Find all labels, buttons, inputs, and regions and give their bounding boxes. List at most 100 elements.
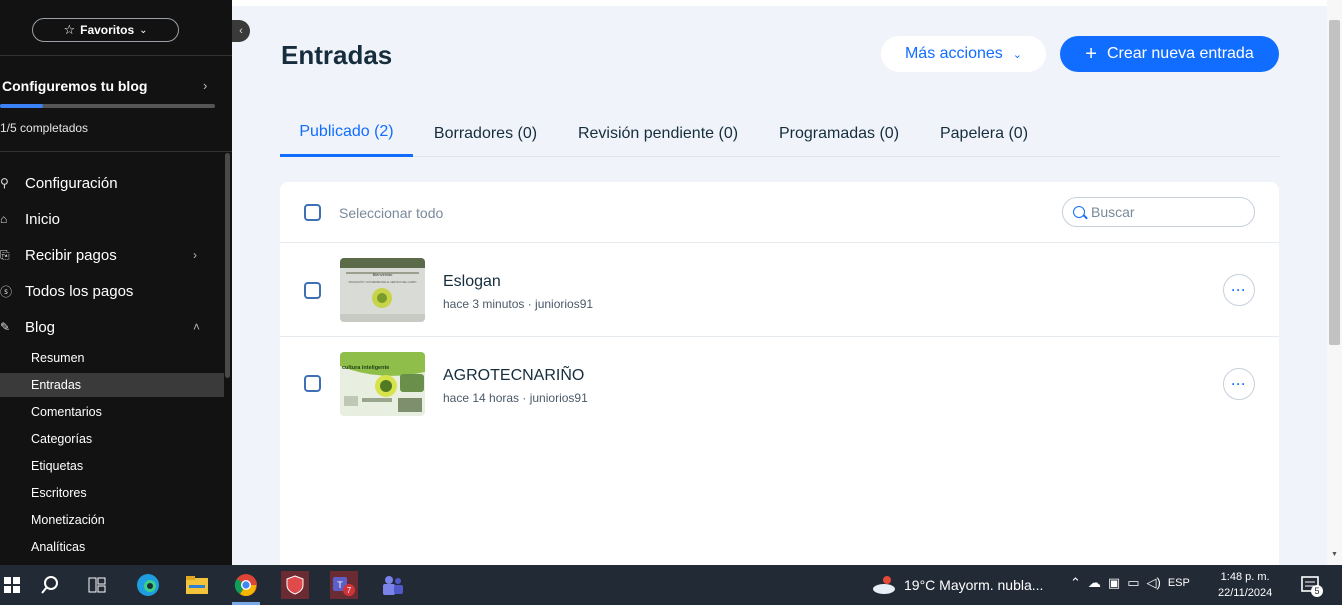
chrome-icon[interactable]: [232, 571, 260, 599]
posts-list: Seleccionar todo Buscar Bienvenido INNOV…: [280, 182, 1279, 565]
sidebar-item-todos-los-pagos[interactable]: ⓢ Todos los pagos: [0, 276, 224, 306]
divider: [0, 151, 232, 152]
page-title: Entradas: [281, 40, 393, 70]
post-thumbnail[interactable]: cultura inteligente: [340, 352, 425, 416]
favorites-label: Favoritos: [80, 23, 135, 37]
setup-progress-text: 1/5 completados: [0, 121, 89, 135]
sidebar-subitem-categorias[interactable]: Categorías: [0, 427, 224, 451]
time-text: 1:48 p. m.: [1220, 571, 1270, 583]
post-meta: hace 3 minutos · juniorios91: [443, 297, 594, 311]
post-checkbox[interactable]: [304, 375, 321, 392]
sidebar-item-label: Blog: [25, 318, 56, 336]
favorites-button[interactable]: ☆ Favoritos ⌄: [32, 18, 179, 42]
select-all-checkbox[interactable]: [304, 204, 321, 221]
more-options-button[interactable]: ···: [1223, 274, 1255, 306]
create-post-label: Crear nueva entrada: [1106, 45, 1254, 62]
windows-start-icon[interactable]: [0, 571, 26, 599]
select-all-label[interactable]: Seleccionar todo: [339, 205, 443, 221]
rocket-icon: ⚲: [0, 176, 9, 190]
sidebar-item-label: Recibir pagos: [25, 246, 117, 264]
thumb-caption: cultura inteligente: [342, 365, 389, 371]
notifications-icon[interactable]: 5: [1300, 574, 1324, 603]
tab-programadas[interactable]: Programadas (0): [758, 110, 920, 157]
sidebar-subitem-comentarios[interactable]: Comentarios: [0, 400, 224, 424]
teams-badge: 7: [347, 586, 352, 595]
tab-borradores[interactable]: Borradores (0): [413, 110, 558, 157]
post-checkbox[interactable]: [304, 282, 321, 299]
search-placeholder: Buscar: [1091, 204, 1135, 220]
file-explorer-icon[interactable]: [183, 571, 211, 599]
setup-progress-bar: [0, 104, 215, 108]
chevron-right-icon[interactable]: ›: [203, 78, 207, 93]
sidebar-subitem-monetizacion[interactable]: Monetización: [0, 508, 224, 532]
clock[interactable]: 1:48 p. m. 22/11/2024: [1218, 569, 1272, 601]
task-view-icon[interactable]: [83, 571, 111, 599]
more-actions-label: Más acciones: [904, 45, 1003, 62]
clipboard-icon[interactable]: ▣: [1108, 575, 1120, 591]
sidebar-subitem-label: Entradas: [31, 378, 82, 392]
home-icon: ⌂: [0, 212, 8, 226]
edge-icon[interactable]: [134, 571, 162, 599]
security-app-icon[interactable]: [281, 571, 309, 599]
plus-icon: +: [1085, 43, 1097, 65]
cloud-icon: [873, 576, 895, 594]
sidebar-subitem-analiticas[interactable]: Analíticas: [0, 535, 224, 559]
create-post-button[interactable]: + Crear nueva entrada: [1060, 36, 1279, 72]
search-icon[interactable]: [36, 571, 64, 599]
tab-revision-pendiente[interactable]: Revisión pendiente (0): [558, 110, 758, 157]
speaker-icon[interactable]: ◁): [1147, 575, 1161, 591]
sidebar-subitem-label: Resumen: [31, 351, 85, 365]
taskbar: T 7 19°C Mayorm. nubla... ⌃ ☁ ▣ ▭ ◁) ESP…: [0, 565, 1342, 605]
sidebar: ☆ Favoritos ⌄ Configuremos tu blog › 1/5…: [0, 0, 232, 565]
sidebar-item-label: Inicio: [25, 210, 61, 228]
chevron-up-icon[interactable]: ⌃: [1070, 575, 1081, 591]
chevron-down-icon: ⌄: [139, 24, 148, 36]
onedrive-icon[interactable]: ☁: [1088, 575, 1101, 591]
sidebar-item-blog[interactable]: ✎ Blog ˄: [0, 312, 224, 342]
chevron-up-icon: ˄: [193, 320, 201, 334]
post-title[interactable]: AGROTECNARIÑO: [443, 367, 584, 385]
search-input[interactable]: Buscar: [1062, 197, 1255, 227]
system-tray: ⌃ ☁ ▣ ▭ ◁) ESP: [1070, 575, 1190, 591]
sidebar-item-recibir-pagos[interactable]: ⎘ Recibir pagos ›: [0, 240, 224, 270]
more-actions-button[interactable]: Más acciones ⌄: [881, 36, 1046, 72]
sidebar-item-inicio[interactable]: ⌂ Inicio: [0, 204, 224, 234]
sidebar-subitem-resumen[interactable]: Resumen: [0, 346, 224, 370]
post-thumbnail[interactable]: Bienvenido INNOVACIÓN Y SOSTENIBILIDAD A…: [340, 258, 425, 322]
sidebar-subitem-label: Comentarios: [31, 405, 102, 419]
scroll-down-icon[interactable]: ▼: [1331, 551, 1338, 558]
divider: [280, 336, 1279, 337]
star-icon: ☆: [63, 22, 76, 37]
thumb-caption: Bienvenido: [373, 272, 394, 277]
language-indicator[interactable]: ESP: [1168, 577, 1190, 589]
main-content: Entradas Más acciones ⌄ + Crear nueva en…: [232, 0, 1327, 565]
sidebar-subitem-etiquetas[interactable]: Etiquetas: [0, 454, 224, 478]
teams-icon[interactable]: T 7: [330, 571, 358, 599]
pen-icon: ✎: [0, 320, 11, 334]
sidebar-subitem-label: Etiquetas: [31, 459, 84, 473]
dollar-icon: ⓢ: [0, 284, 13, 299]
chevron-down-icon: ⌄: [1012, 48, 1023, 61]
weather-widget[interactable]: 19°C Mayorm. nubla...: [872, 575, 1043, 595]
date-text: 22/11/2024: [1218, 587, 1273, 599]
sidebar-item-configuracion[interactable]: ⚲ Configuración: [0, 168, 224, 198]
weather-text: 19°C Mayorm. nubla...: [904, 577, 1044, 593]
tab-publicado[interactable]: Publicado (2): [280, 110, 413, 157]
network-icon[interactable]: ▭: [1127, 575, 1139, 591]
search-icon: [1073, 206, 1085, 218]
page-scrollbar[interactable]: [1329, 20, 1340, 345]
sidebar-subitem-entradas[interactable]: Entradas: [0, 373, 224, 397]
more-options-button[interactable]: ···: [1223, 368, 1255, 400]
post-title[interactable]: Eslogan: [443, 273, 501, 291]
sidebar-scrollbar[interactable]: [225, 153, 230, 378]
top-strip: [232, 0, 1327, 6]
teams-people-icon[interactable]: [379, 571, 407, 599]
svg-text:T: T: [337, 580, 343, 590]
post-meta: hace 14 horas · juniorios91: [443, 391, 588, 405]
chevron-right-icon: ›: [193, 248, 197, 262]
sidebar-subitem-escritores[interactable]: Escritores: [0, 481, 224, 505]
sidebar-subitem-label: Monetización: [31, 513, 105, 527]
tab-papelera[interactable]: Papelera (0): [920, 110, 1048, 157]
thumb-line: INNOVACIÓN Y SOSTENIBILIDAD AL SERVICIO …: [349, 281, 417, 284]
setup-title[interactable]: Configuremos tu blog: [2, 78, 147, 94]
